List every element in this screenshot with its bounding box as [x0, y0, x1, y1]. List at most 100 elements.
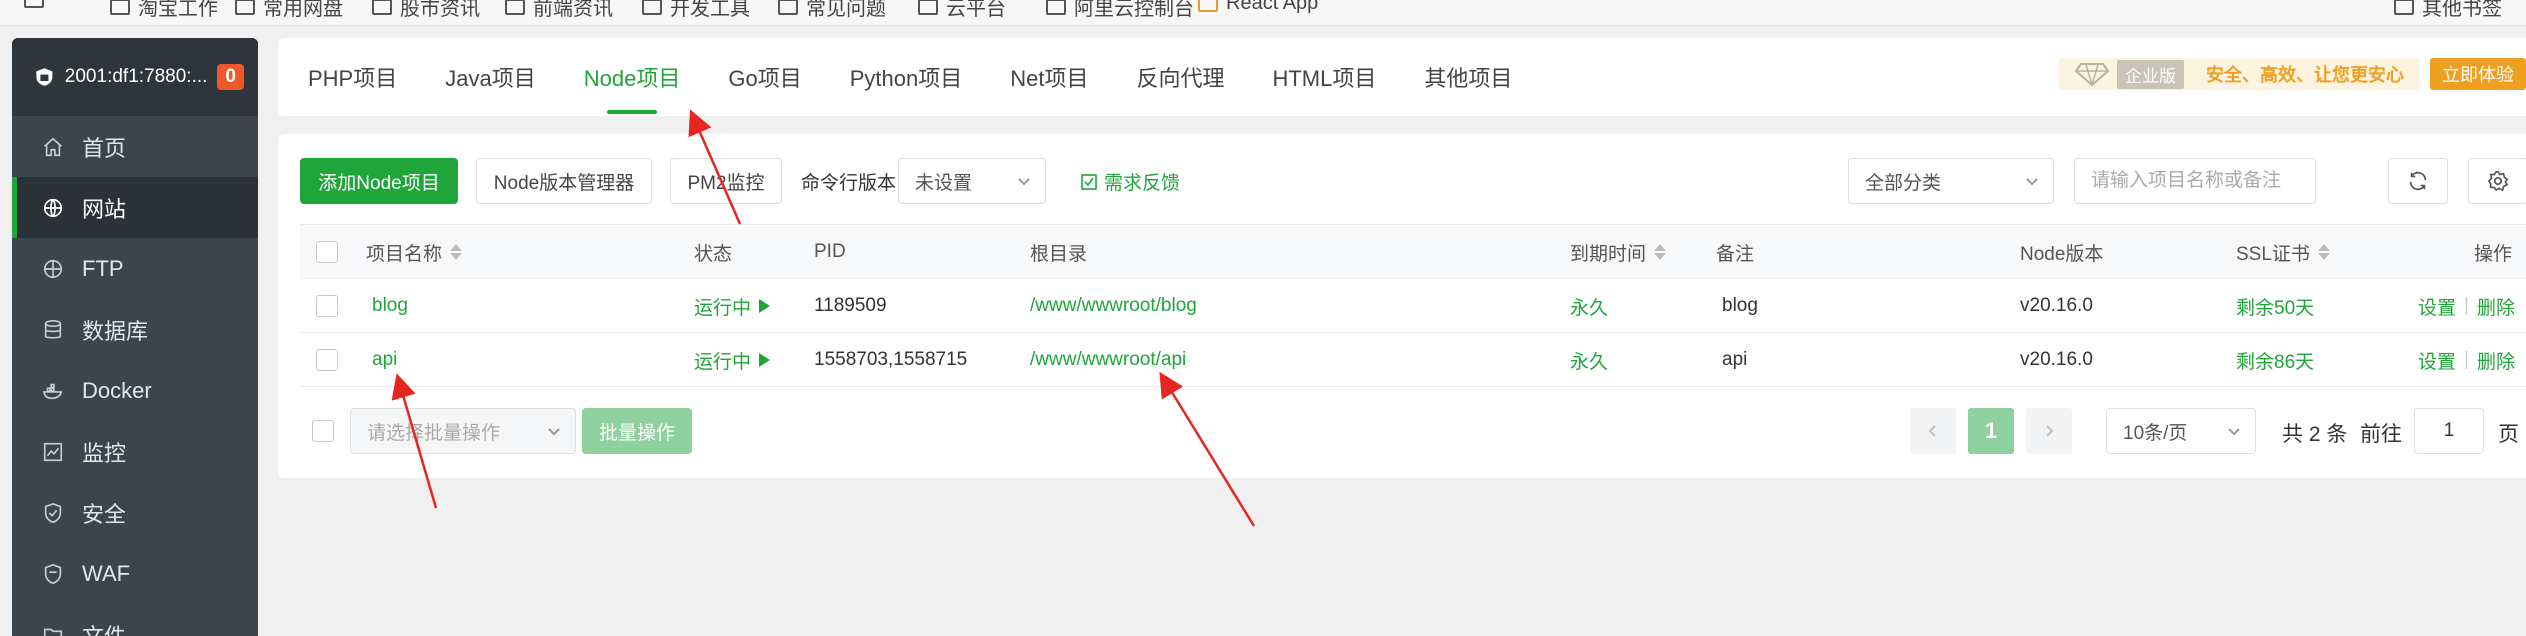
page-suffix: 页: [2498, 423, 2519, 446]
project-name-link[interactable]: blog: [372, 279, 408, 333]
node-version-manager-button[interactable]: Node版本管理器: [476, 158, 652, 204]
chart-icon: [43, 442, 63, 461]
chevron-down-icon: [2227, 423, 2240, 436]
tab-java[interactable]: Java项目: [421, 38, 559, 116]
remark-value[interactable]: blog: [1722, 279, 1758, 333]
sidebar-item-ftp[interactable]: FTP: [12, 238, 258, 299]
bookmark-item[interactable]: 云平台: [918, 0, 1006, 21]
tab-go[interactable]: Go项目: [704, 38, 825, 116]
refresh-icon: [2409, 171, 2427, 191]
expire-value[interactable]: 永久: [1570, 333, 1608, 387]
globe-icon: [43, 198, 63, 217]
notification-badge[interactable]: 0: [217, 64, 244, 90]
row-actions: 设置 | 删除: [2418, 279, 2515, 333]
shield-icon: [44, 502, 62, 523]
search-input[interactable]: [2075, 159, 2315, 203]
sidebar-item-docker[interactable]: Docker: [12, 360, 258, 421]
apps-icon[interactable]: [24, 0, 44, 8]
tab-other[interactable]: 其他项目: [1400, 38, 1536, 116]
bookmark-item[interactable]: 其他书签: [2394, 0, 2502, 21]
cli-version-select[interactable]: 未设置: [898, 158, 1046, 204]
delete-link[interactable]: 删除: [2477, 347, 2515, 374]
bookmark-item[interactable]: 常见问题: [778, 0, 886, 21]
root-dir-link[interactable]: /www/wwwroot/api: [1030, 333, 1186, 387]
sidebar-item-website[interactable]: 网站: [12, 177, 258, 238]
settings-link[interactable]: 设置: [2418, 347, 2456, 374]
tab-html[interactable]: HTML项目: [1248, 38, 1400, 116]
tab-net[interactable]: Net项目: [986, 38, 1112, 116]
col-ssl-header[interactable]: SSL证书: [2236, 225, 2330, 279]
row-checkbox[interactable]: [316, 333, 338, 387]
bookmark-item[interactable]: 股市资讯: [372, 0, 480, 21]
sidebar-item-database[interactable]: 数据库: [12, 299, 258, 360]
bookmark-item[interactable]: 淘宝工作: [110, 0, 218, 21]
delete-link[interactable]: 删除: [2477, 293, 2515, 320]
home-icon: [44, 137, 62, 156]
tab-php[interactable]: PHP项目: [284, 38, 421, 116]
batch-action-button[interactable]: 批量操作: [582, 408, 692, 454]
bookmark-item[interactable]: 阿里云控制台: [1046, 0, 1194, 21]
col-expire-header[interactable]: 到期时间: [1570, 225, 1667, 279]
row-checkbox[interactable]: [316, 279, 338, 333]
sidebar-item-files[interactable]: 文件: [12, 604, 258, 636]
settings-link[interactable]: 设置: [2418, 293, 2456, 320]
chevron-left-icon: [1928, 425, 1936, 437]
chevron-down-icon: [547, 423, 560, 436]
category-select[interactable]: 全部分类: [1848, 158, 2054, 204]
col-remark-header: 备注: [1716, 243, 1755, 265]
select-all-checkbox[interactable]: [316, 225, 338, 279]
next-page-button[interactable]: [2026, 408, 2072, 454]
server-header[interactable]: 2001:df1:7880:... 0: [12, 38, 258, 116]
server-logo-icon: [36, 68, 53, 86]
tab-node[interactable]: Node项目: [560, 38, 705, 116]
bookmark-item[interactable]: 开发工具: [642, 0, 750, 21]
col-action-header: 操作: [2474, 243, 2513, 265]
bookmark-item[interactable]: 前端资讯: [505, 0, 613, 21]
table-header: 项目名称 状态 PID 根目录 到期时间 备注 Node版本 SSL证书 操作: [300, 225, 2526, 279]
status-running[interactable]: 运行中: [694, 279, 771, 333]
enterprise-tag: 企业版: [2117, 59, 2184, 89]
batch-select-all-checkbox[interactable]: [312, 420, 334, 442]
tab-python[interactable]: Python项目: [826, 38, 987, 116]
bookmark-bar: 淘宝工作 常用网盘 股市资讯 前端资讯 开发工具 常见问题 云平台 阿里云控制台…: [0, 0, 2526, 26]
col-name-header[interactable]: 项目名称: [366, 225, 463, 279]
enterprise-promo: 企业版 安全、高效、让您更安心 立即体验: [2059, 58, 2526, 90]
ssl-status-link[interactable]: 剩余86天: [2236, 333, 2314, 387]
feedback-link[interactable]: 需求反馈: [1080, 168, 1180, 195]
try-now-button[interactable]: 立即体验: [2430, 58, 2526, 90]
page-size-select[interactable]: 10条/页: [2106, 408, 2256, 454]
folder-icon: [918, 0, 938, 15]
prev-page-button[interactable]: [1910, 408, 1956, 454]
project-search: [2074, 158, 2316, 204]
add-node-project-button[interactable]: 添加Node项目: [300, 158, 458, 204]
page-number-button[interactable]: 1: [1968, 408, 2014, 454]
root-dir-link[interactable]: /www/wwwroot/blog: [1030, 279, 1197, 333]
batch-action-select[interactable]: 请选择批量操作: [350, 408, 576, 454]
pm2-monitor-button[interactable]: PM2监控: [670, 158, 782, 204]
goto-page-input[interactable]: [2414, 408, 2484, 454]
table-row: api 运行中 1558703,1558715 /www/wwwroot/api…: [300, 333, 2526, 387]
sidebar-item-monitor[interactable]: 监控: [12, 421, 258, 482]
settings-button[interactable]: [2468, 158, 2526, 204]
tab-reverse-proxy[interactable]: 反向代理: [1112, 38, 1248, 116]
feedback-icon: [1081, 173, 1097, 190]
status-running[interactable]: 运行中: [694, 333, 771, 387]
ssl-status-link[interactable]: 剩余50天: [2236, 279, 2314, 333]
refresh-button[interactable]: [2388, 158, 2448, 204]
sidebar-item-home[interactable]: 首页: [12, 116, 258, 177]
sidebar-item-security[interactable]: 安全: [12, 482, 258, 543]
promo-banner[interactable]: 企业版 安全、高效、让您更安心: [2059, 58, 2420, 90]
remark-value[interactable]: api: [1722, 333, 1747, 387]
play-icon: [759, 353, 771, 367]
project-type-tabs: PHP项目 Java项目 Node项目 Go项目 Python项目 Net项目 …: [278, 38, 2526, 116]
project-list-card: 添加Node项目 Node版本管理器 PM2监控 命令行版本 未设置 需求反馈 …: [278, 134, 2526, 478]
bookmark-item[interactable]: React App: [1198, 0, 1318, 15]
bookmark-item[interactable]: 常用网盘: [235, 0, 343, 21]
folder-icon: [778, 0, 798, 15]
col-status-header: 状态: [694, 243, 733, 265]
expire-value[interactable]: 永久: [1570, 279, 1608, 333]
pid-value: 1558703,1558715: [814, 349, 968, 370]
project-name-link[interactable]: api: [372, 333, 397, 387]
sidebar-item-waf[interactable]: WAF: [12, 543, 258, 604]
database-icon: [44, 319, 62, 339]
